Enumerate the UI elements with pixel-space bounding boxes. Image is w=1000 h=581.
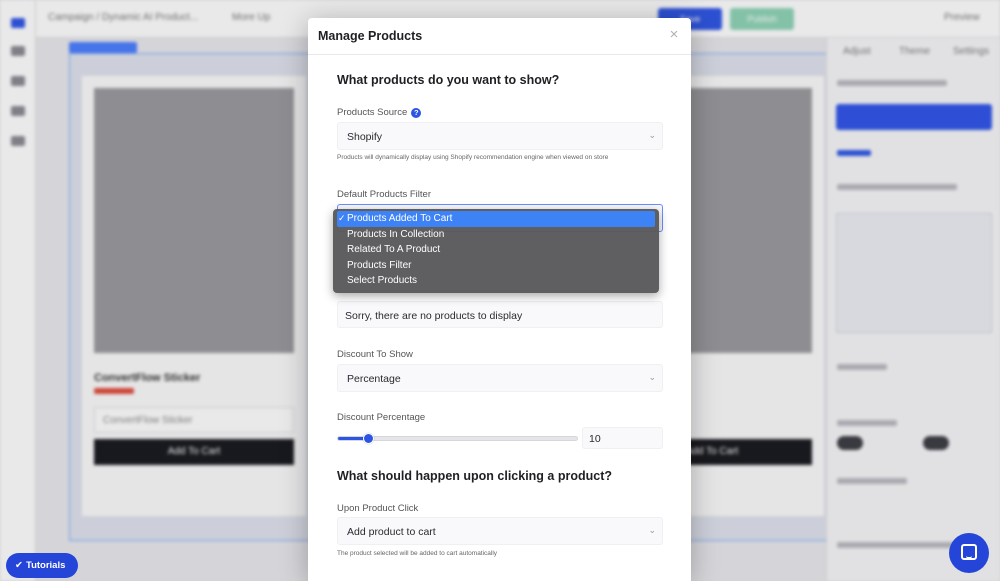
dropdown-option-products-filter[interactable]: Products Filter xyxy=(337,258,655,274)
discount-to-show-select[interactable]: Percentage ⌄ xyxy=(337,364,663,392)
upon-click-label: Upon Product Click xyxy=(337,503,419,514)
discount-percentage-input[interactable]: 10 xyxy=(582,427,663,449)
dropdown-option-label: Products Filter xyxy=(347,259,412,271)
default-filter-dropdown: ✓ Products Added To Cart Products In Coll… xyxy=(333,209,659,293)
tutorials-button[interactable]: ✔ Tutorials xyxy=(6,553,78,578)
slider-handle[interactable] xyxy=(362,433,374,444)
upon-click-select[interactable]: Add product to cart ⌄ xyxy=(337,517,663,545)
manage-products-modal: Manage Products × What products do you w… xyxy=(308,18,691,581)
dropdown-option-label: Products Added To Cart xyxy=(347,213,453,224)
help-icon[interactable]: ? xyxy=(411,108,422,118)
dropdown-option-label: Select Products xyxy=(347,275,418,287)
chevron-down-icon: ⌄ xyxy=(648,130,656,140)
modal-header: Manage Products × xyxy=(308,18,691,55)
upon-click-value: Add product to cart xyxy=(347,526,436,538)
chat-bubble-icon xyxy=(961,544,977,560)
dropdown-option-products-in-collection[interactable]: Products In Collection xyxy=(337,227,655,243)
upon-click-helper: The product selected will be added to ca… xyxy=(337,550,498,557)
empty-message-value: Sorry, there are no products to display xyxy=(345,310,523,322)
chevron-down-icon: ⌄ xyxy=(648,525,656,535)
products-source-value: Shopify xyxy=(347,131,383,143)
discount-to-show-value: Percentage xyxy=(347,373,401,385)
empty-message-input[interactable]: Sorry, there are no products to display xyxy=(337,301,663,328)
default-filter-label: Default Products Filter xyxy=(337,189,431,200)
section-heading-products: What products do you want to show? xyxy=(337,73,560,87)
check-icon: ✔ xyxy=(15,560,23,571)
products-source-label-text: Products Source xyxy=(337,107,408,118)
tutorials-label: Tutorials xyxy=(25,560,66,571)
dropdown-option-products-added-to-cart[interactable]: ✓ Products Added To Cart xyxy=(337,211,655,227)
close-icon[interactable]: × xyxy=(665,26,683,44)
dropdown-option-select-products[interactable]: Select Products xyxy=(337,273,655,289)
dropdown-option-related-to-a-product[interactable]: Related To A Product xyxy=(337,242,655,258)
discount-to-show-label: Discount To Show xyxy=(337,349,413,360)
section-heading-click: What should happen upon clicking a produ… xyxy=(337,469,612,483)
chat-icon[interactable] xyxy=(949,533,989,573)
discount-percentage-label: Discount Percentage xyxy=(337,412,426,423)
dropdown-option-label: Products In Collection xyxy=(347,228,445,240)
checkmark-icon: ✓ xyxy=(338,213,346,223)
products-source-helper: Products will dynamically display using … xyxy=(337,154,609,161)
dropdown-option-label: Related To A Product xyxy=(347,244,441,256)
products-source-select[interactable]: Shopify ⌄ xyxy=(337,122,663,150)
modal-title: Manage Products xyxy=(318,29,423,43)
chevron-down-icon: ⌄ xyxy=(648,372,656,382)
products-source-label: Products Source? xyxy=(337,107,422,118)
